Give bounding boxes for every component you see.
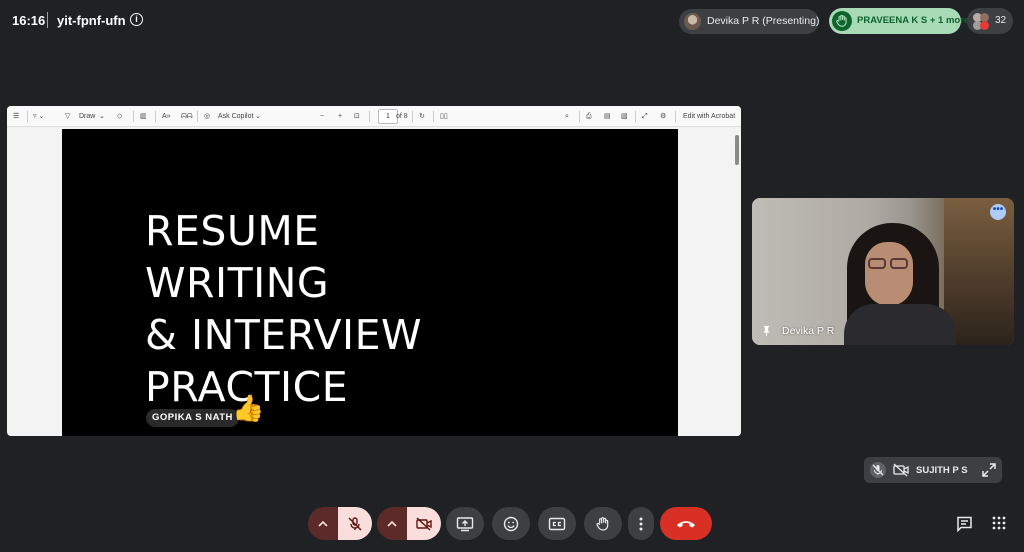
scrollbar-thumb[interactable] <box>735 135 739 165</box>
participant-name: Devika P R <box>782 325 835 337</box>
pdf-scrollbar[interactable] <box>733 127 741 436</box>
highlight-icon[interactable]: ▿ ⌄ <box>33 111 44 122</box>
draw-label[interactable]: Draw <box>79 111 95 122</box>
chat-icon[interactable] <box>956 516 973 532</box>
page-total: of 8 <box>396 113 408 120</box>
raised-hands-chip[interactable]: PRAVEENA K S + 1 more <box>829 8 969 34</box>
two-page-icon[interactable]: ▯▯ <box>440 111 448 122</box>
participant-count: 32 <box>995 15 1007 26</box>
top-bar: 16:16 yit-fpnf-ufn i Devika P R (Present… <box>0 0 1024 42</box>
draw-icon[interactable]: ▽ <box>65 111 70 122</box>
emoji-icon <box>503 516 519 531</box>
slide-title-line: RESUME <box>145 207 320 255</box>
contents-icon[interactable]: ☰ <box>13 111 19 122</box>
slide-title: RESUME WRITING & INTERVIEW PRACTICE <box>145 205 422 413</box>
search-icon[interactable]: ⌕ <box>565 111 569 122</box>
slide-title-line: WRITING <box>145 259 330 307</box>
info-icon[interactable]: i <box>130 13 143 26</box>
video-background-cabinet <box>944 198 1014 345</box>
eraser-icon[interactable]: ◇ <box>117 111 122 122</box>
self-name: SUJITH P S <box>916 465 968 476</box>
chevron-down-icon[interactable]: ⌄ <box>99 111 105 122</box>
camera-off-icon <box>416 516 432 531</box>
hand-icon <box>832 11 852 31</box>
shared-screen: ☰ ▿ ⌄ ▽ Draw ⌄ ◇ ▥ A» ᗣᗣ ◎ Ask Copilot ⌄… <box>7 106 741 436</box>
hangup-icon <box>677 520 695 527</box>
participant-video-tile[interactable]: Devika P R ••• <box>752 198 1014 345</box>
meeting-code: yit-fpnf-ufn <box>57 13 126 28</box>
page-number-input[interactable]: 1 <box>378 109 398 124</box>
participant-glasses <box>868 258 910 270</box>
reactions-button[interactable] <box>492 507 530 540</box>
participant-body <box>844 304 956 345</box>
immersive-reader-icon[interactable]: ᗣᗣ <box>181 111 193 122</box>
chevron-down-icon[interactable]: ⌄ <box>255 111 261 122</box>
expand-icon[interactable] <box>982 463 996 477</box>
pin-icon[interactable] <box>762 326 771 336</box>
mic-off-icon <box>870 462 886 478</box>
meeting-time: 16:16 <box>12 13 46 28</box>
chevron-up-icon <box>318 520 328 527</box>
presenter-avatar <box>684 13 701 30</box>
copilot-icon[interactable]: ◎ <box>204 111 210 122</box>
audio-options-button[interactable] <box>308 507 338 540</box>
participant-face <box>865 242 913 306</box>
thumbs-up-reaction: 👍 <box>232 393 265 423</box>
camera-toggle-button[interactable] <box>407 507 441 540</box>
participant-avatar <box>980 21 989 30</box>
people-button[interactable]: 32 <box>967 8 1013 34</box>
more-options-button[interactable] <box>628 507 654 540</box>
presenter-chip[interactable]: Devika P R (Presenting) <box>679 9 819 34</box>
video-options-button[interactable] <box>377 507 407 540</box>
pdf-slide: RESUME WRITING & INTERVIEW PRACTICE GOPI… <box>62 129 678 436</box>
chevron-up-icon <box>387 520 397 527</box>
save-as-icon[interactable]: ▧ <box>621 111 628 122</box>
present-button[interactable] <box>446 507 484 540</box>
mic-control-group <box>308 507 372 540</box>
divider <box>47 12 48 28</box>
print-icon[interactable]: ⎙ <box>586 111 592 122</box>
presenter-chip-label: Devika P R (Presenting) <box>707 15 820 27</box>
read-aloud-icon[interactable]: A» <box>162 111 171 122</box>
slide-author: GOPIKA S NATH <box>146 409 239 427</box>
zoom-out-icon[interactable]: − <box>320 111 324 122</box>
edit-with-acrobat-button[interactable]: Edit with Acrobat <box>683 111 735 122</box>
page-view-icon[interactable]: ▥ <box>140 111 147 122</box>
pdf-toolbar: ☰ ▿ ⌄ ▽ Draw ⌄ ◇ ▥ A» ᗣᗣ ◎ Ask Copilot ⌄… <box>7 106 741 127</box>
slide-title-line: & INTERVIEW <box>145 311 423 359</box>
leave-call-button[interactable] <box>660 507 712 540</box>
captions-icon <box>548 517 566 530</box>
self-view-chip[interactable]: SUJITH P S <box>864 457 1002 483</box>
mic-toggle-button[interactable] <box>338 507 372 540</box>
more-options-icon[interactable]: ••• <box>990 204 1006 220</box>
camera-off-icon <box>893 463 909 477</box>
slide-title-line: PRACTICE <box>145 363 349 411</box>
activities-icon[interactable] <box>992 516 1006 530</box>
zoom-in-icon[interactable]: + <box>338 111 342 122</box>
raised-hands-label: PRAVEENA K S + 1 more <box>857 15 970 26</box>
raise-hand-icon <box>596 516 609 531</box>
ask-copilot-label[interactable]: Ask Copilot <box>218 111 253 122</box>
raise-hand-button[interactable] <box>584 507 622 540</box>
fit-page-icon[interactable]: ⊡ <box>354 111 360 122</box>
captions-button[interactable] <box>538 507 576 540</box>
present-icon <box>456 516 474 531</box>
rotate-icon[interactable]: ↻ <box>419 111 425 122</box>
fullscreen-icon[interactable]: ⤢ <box>642 111 648 122</box>
settings-icon[interactable]: ⚙ <box>660 111 666 122</box>
save-icon[interactable]: ▤ <box>604 111 611 122</box>
more-icon <box>639 517 643 530</box>
mic-off-icon <box>348 516 362 531</box>
camera-control-group <box>377 507 441 540</box>
